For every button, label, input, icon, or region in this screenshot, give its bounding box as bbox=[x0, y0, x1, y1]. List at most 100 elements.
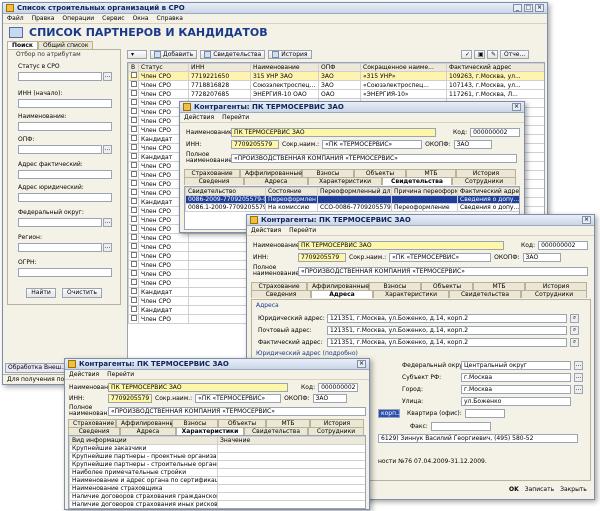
d3-full-input[interactable]: «ПРОИЗВОДСТВЕННАЯ КОМПАНИЯ «ТЕРМОСЕРВИС» bbox=[108, 406, 366, 416]
d2-legal-address-search-icon[interactable]: ⌕ bbox=[570, 314, 579, 323]
d1-tab-fees[interactable]: Взносы bbox=[302, 169, 354, 177]
tab-search[interactable]: Поиск bbox=[7, 41, 38, 49]
d1-inn-input[interactable]: 7709205579 bbox=[231, 140, 279, 149]
taskbar-item[interactable]: Обработка Внеш... bbox=[5, 363, 65, 373]
report-button[interactable]: Отче... bbox=[500, 50, 530, 59]
row-checkbox[interactable] bbox=[128, 161, 139, 171]
d1-tab-insurance[interactable]: Страхование bbox=[184, 169, 240, 177]
row-checkbox[interactable] bbox=[128, 242, 139, 252]
d2-close-button[interactable]: Закрыть bbox=[560, 486, 587, 493]
inn-input[interactable] bbox=[18, 99, 112, 108]
d3-tab-objects[interactable]: Объекты bbox=[218, 419, 266, 427]
d3-code-input[interactable]: 000000002 bbox=[318, 383, 359, 392]
d2-tab-characteristics[interactable]: Характеристики bbox=[373, 290, 449, 298]
name-input[interactable] bbox=[18, 122, 112, 131]
row-checkbox[interactable] bbox=[128, 314, 139, 324]
history-button[interactable]: История bbox=[268, 50, 312, 59]
table-cell-value[interactable] bbox=[217, 452, 365, 461]
col-actual-address[interactable]: Фактический адрес bbox=[446, 63, 544, 72]
d2-inn-input[interactable]: 7709205579 bbox=[298, 253, 346, 262]
opf-select-button[interactable]: … bbox=[103, 145, 112, 154]
d3-tab-fees[interactable]: Взносы bbox=[172, 419, 218, 427]
dialog1-goto-menu[interactable]: Перейти bbox=[222, 114, 249, 121]
d3-tab-mtb[interactable]: МТБ bbox=[266, 419, 310, 427]
dialog2-goto-menu[interactable]: Перейти bbox=[289, 227, 316, 234]
d2-postal-address-search-icon[interactable]: ⌕ bbox=[570, 326, 579, 335]
legal-address-input[interactable] bbox=[18, 193, 112, 202]
d2-tab-addresses[interactable]: Адреса bbox=[311, 290, 373, 298]
d3-tab-info[interactable]: Сведения bbox=[68, 427, 120, 435]
row-checkbox[interactable] bbox=[128, 152, 139, 162]
table-row[interactable]: Член СРО 7718816828 Союзэлектроспец... ЗАО «… bbox=[128, 80, 544, 90]
row-checkbox[interactable] bbox=[128, 197, 139, 207]
d2-tab-history[interactable]: История bbox=[525, 282, 587, 290]
row-checkbox[interactable] bbox=[128, 107, 139, 117]
d2-actual-address-search-icon[interactable]: ⌕ bbox=[570, 338, 579, 347]
d3-inn-input[interactable]: 7709205579 bbox=[108, 394, 152, 403]
d2-ok-button[interactable]: OK bbox=[509, 486, 519, 493]
row-checkbox[interactable] bbox=[128, 134, 139, 144]
table-row[interactable]: Наличие договоров страхования иных риско… bbox=[69, 500, 365, 508]
table-cell-value[interactable] bbox=[217, 500, 365, 508]
table-row[interactable]: Наличие договоров страхования гражданско… bbox=[69, 492, 365, 501]
row-checkbox[interactable] bbox=[128, 278, 139, 288]
d3-tab-insurance[interactable]: Страхование bbox=[68, 419, 116, 427]
federal-district-select-button[interactable]: … bbox=[103, 218, 112, 227]
d2-code-input[interactable]: 000000002 bbox=[538, 241, 589, 250]
dialog3-actions-menu[interactable]: Действия bbox=[69, 371, 99, 378]
actual-address-input[interactable] bbox=[18, 170, 112, 179]
table-row[interactable]: Наличие договоров страхования работников… bbox=[70, 509, 367, 510]
d2-phones-input[interactable]: 6129) Зиннук Василий Георгиевич, (495) 5… bbox=[378, 434, 578, 443]
d2-tab-mtb[interactable]: МТБ bbox=[473, 282, 525, 290]
d1-tab-certificates[interactable]: Свидетельства bbox=[382, 177, 452, 185]
d2-subject-input[interactable]: г.Москва bbox=[461, 373, 571, 382]
d2-city-input[interactable]: г.Москва bbox=[461, 385, 571, 394]
d2-name-input[interactable]: ПК ТЕРМОСЕРВИС ЗАО bbox=[298, 241, 504, 250]
table-cell-value[interactable] bbox=[217, 444, 365, 453]
d2-short-input[interactable]: «ПК «ТЕРМОСЕРВИС» bbox=[389, 253, 492, 262]
col-v[interactable]: В bbox=[128, 63, 139, 72]
maximize-icon[interactable]: □ bbox=[524, 4, 533, 12]
table-cell-value[interactable] bbox=[217, 484, 365, 493]
menu-file[interactable]: Файл bbox=[7, 15, 24, 22]
dialog3-close-icon[interactable]: × bbox=[357, 360, 366, 368]
toolbar-menu-button[interactable]: ▾ bbox=[127, 50, 147, 59]
row-checkbox[interactable] bbox=[128, 224, 139, 234]
menu-windows[interactable]: Окна bbox=[133, 15, 149, 22]
table-cell-value[interactable] bbox=[217, 492, 365, 501]
d1-name-input[interactable]: ПК ТЕРМОСЕРВИС ЗАО bbox=[231, 128, 436, 137]
row-checkbox[interactable] bbox=[128, 170, 139, 180]
table-row[interactable]: Наименование страховщика bbox=[69, 484, 365, 493]
d3-tab-affiliated[interactable]: Аффилированные bbox=[116, 419, 178, 427]
table-row[interactable]: Член СРО 7728207685 ЭНЕРГИЯ-10 ОАО ОАО «ЭНЕР… bbox=[128, 89, 544, 99]
close-icon[interactable]: × bbox=[535, 4, 544, 12]
d1-tab-mtb[interactable]: МТБ bbox=[406, 169, 456, 177]
d2-actual-address-input[interactable]: 121351, г.Москва, ул.Боженко, д.14, корп… bbox=[327, 338, 567, 347]
d2-subject-select-button[interactable]: … bbox=[574, 373, 583, 382]
col-inn[interactable]: ИНН bbox=[188, 63, 251, 72]
d3-tab-certificates[interactable]: Свидетельства bbox=[244, 427, 308, 435]
row-checkbox[interactable] bbox=[128, 233, 139, 243]
table-row[interactable]: Наименование и адрес органа по сертифика… bbox=[69, 476, 365, 485]
region-input[interactable] bbox=[18, 243, 102, 252]
d2-tab-affiliated[interactable]: Аффилированные bbox=[307, 282, 369, 290]
d2-save-button[interactable]: Записать bbox=[525, 486, 554, 493]
check-icon[interactable]: ✓ bbox=[461, 50, 472, 59]
col-status[interactable]: Статус bbox=[138, 63, 189, 72]
add-button[interactable]: Добавить bbox=[150, 50, 198, 59]
d2-city-select-button[interactable]: … bbox=[574, 385, 583, 394]
table-row[interactable]: Член СРО 7719221650 315 УНР ЗАО ЗАО «315 УНР… bbox=[128, 71, 544, 81]
row-checkbox[interactable] bbox=[128, 179, 139, 189]
d3-tab-addresses[interactable]: Адреса bbox=[120, 427, 176, 435]
d3-tab-characteristics[interactable]: Характеристики bbox=[176, 427, 244, 435]
d2-tab-certificates[interactable]: Свидетельства bbox=[449, 290, 521, 298]
copy-icon[interactable]: ▣ bbox=[474, 50, 485, 59]
row-checkbox[interactable] bbox=[128, 188, 139, 198]
table-row[interactable]: Крупнейшие партнеры - проектные организа… bbox=[69, 452, 365, 461]
dialog2-close-icon[interactable]: × bbox=[582, 216, 591, 224]
d2-tab-objects[interactable]: Объекты bbox=[421, 282, 473, 290]
dialog2-actions-menu[interactable]: Действия bbox=[251, 227, 281, 234]
menu-edit[interactable]: Правка bbox=[32, 15, 55, 22]
row-checkbox[interactable] bbox=[128, 296, 139, 306]
d3-okopf-input[interactable]: ЗАО bbox=[312, 394, 347, 403]
